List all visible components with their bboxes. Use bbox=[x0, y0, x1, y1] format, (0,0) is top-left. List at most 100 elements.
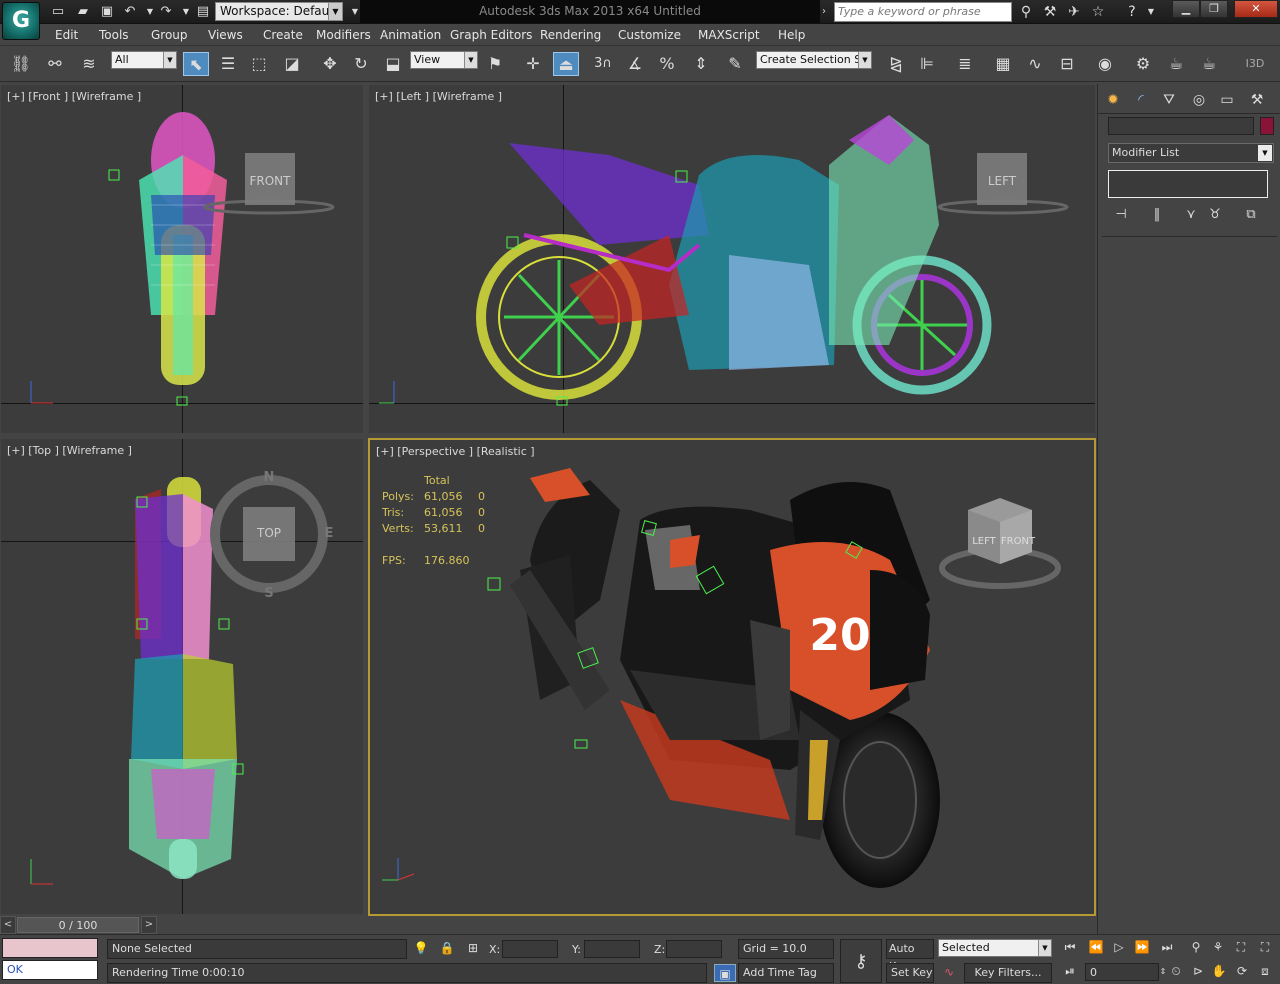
graphite-modeling-tools-icon[interactable]: ▦ bbox=[990, 52, 1016, 76]
angle-snap-toggle-icon[interactable]: ∡ bbox=[622, 52, 648, 76]
remove-modifier-icon[interactable]: ♉ bbox=[1204, 206, 1226, 224]
select-and-rotate-icon[interactable]: ↻ bbox=[348, 52, 374, 76]
project-folder-icon[interactable]: ▤ bbox=[193, 3, 213, 21]
spinner-snap-toggle-icon[interactable]: ⇕ bbox=[688, 52, 714, 76]
menu-group[interactable]: Group bbox=[151, 27, 188, 43]
menu-graph-editors[interactable]: Graph Editors bbox=[450, 27, 532, 43]
time-tag-icon[interactable]: ▣ bbox=[714, 964, 736, 982]
isolate-selection-icon[interactable]: 💡 bbox=[410, 939, 432, 957]
open-file-icon[interactable]: ▰ bbox=[73, 3, 93, 21]
binoculars-search-icon[interactable]: ⚲ bbox=[1016, 3, 1036, 21]
viewcube-top[interactable]: TOP N E S bbox=[210, 470, 333, 601]
go-to-start-icon[interactable]: ⏮ bbox=[1059, 938, 1081, 956]
maxscript-listener-top[interactable] bbox=[2, 938, 98, 958]
schematic-view-icon[interactable]: ⊟ bbox=[1054, 52, 1080, 76]
y-coordinate-field[interactable] bbox=[584, 940, 640, 958]
show-end-result-icon[interactable]: ‖ bbox=[1146, 206, 1168, 224]
display-tab-icon[interactable]: ▭ bbox=[1215, 89, 1239, 111]
play-animation-icon[interactable]: ▷ bbox=[1108, 938, 1130, 956]
keyboard-shortcut-override-icon[interactable]: ⏏ bbox=[553, 52, 579, 76]
edit-named-selection-sets-icon[interactable]: ✎ bbox=[722, 52, 748, 76]
help-dropdown-icon[interactable]: ▼ bbox=[1141, 3, 1161, 21]
zoom-extents-all-icon[interactable]: ⛶ bbox=[1254, 938, 1276, 956]
minimize-button[interactable]: ▁ bbox=[1172, 0, 1200, 18]
render-production-icon[interactable]: ☕ bbox=[1196, 52, 1222, 76]
new-file-icon[interactable]: ▭ bbox=[48, 3, 68, 21]
z-coordinate-field[interactable] bbox=[666, 940, 722, 958]
favorites-star-icon[interactable]: ☆ bbox=[1088, 3, 1108, 21]
motorcycle-front-wireframe[interactable]: FRONT bbox=[1, 85, 363, 433]
viewport-perspective[interactable]: [+] [Perspective ] [Realistic ] 20 LEFT … bbox=[368, 438, 1096, 916]
default-in-out-tangent-icon[interactable]: ∿ bbox=[938, 963, 960, 981]
field-of-view-icon[interactable]: ⊳ bbox=[1187, 962, 1209, 980]
layer-manager-icon[interactable]: ≣ bbox=[952, 52, 978, 76]
named-selection-sets-dropdown[interactable]: Create Selection Se ▼ bbox=[756, 51, 872, 69]
go-to-end-icon[interactable]: ⏭ bbox=[1156, 938, 1178, 956]
modifier-list-dropdown[interactable]: Modifier List ▼ bbox=[1108, 143, 1274, 163]
communication-center-icon[interactable]: ✈ bbox=[1064, 3, 1084, 21]
menu-views[interactable]: Views bbox=[208, 27, 243, 43]
menu-rendering[interactable]: Rendering bbox=[540, 27, 601, 43]
rendered-frame-window-icon[interactable]: ☕ bbox=[1163, 52, 1189, 76]
select-object-icon[interactable]: ⬉ bbox=[183, 52, 209, 76]
modify-tab-icon[interactable]: ◜ bbox=[1129, 89, 1153, 111]
time-slider-frame[interactable]: 0 / 100 bbox=[17, 917, 139, 933]
maximize-button[interactable]: ❐ bbox=[1200, 0, 1228, 18]
use-pivot-center-icon[interactable]: ⚑ bbox=[482, 52, 508, 76]
curve-editor-icon[interactable]: ∿ bbox=[1022, 52, 1048, 76]
workspace-dropdown[interactable]: Workspace: Default ▼ bbox=[215, 2, 343, 21]
menu-help[interactable]: Help bbox=[778, 27, 805, 43]
snaps-toggle-icon[interactable]: 3∩ bbox=[590, 52, 616, 76]
menu-create[interactable]: Create bbox=[263, 27, 303, 43]
viewcube-left[interactable]: LEFT bbox=[937, 153, 1069, 215]
pan-view-icon[interactable]: ✋ bbox=[1208, 962, 1230, 980]
menu-modifiers[interactable]: Modifiers bbox=[316, 27, 371, 43]
make-unique-icon[interactable]: ⋎ bbox=[1180, 206, 1202, 224]
window-crossing-icon[interactable]: ◪ bbox=[279, 52, 305, 76]
set-key-button[interactable]: Set Key bbox=[886, 963, 934, 983]
close-button[interactable]: ✕ bbox=[1234, 0, 1278, 18]
application-logo-icon[interactable]: G bbox=[2, 2, 40, 40]
infocenter-search-input[interactable]: Type a keyword or phrase bbox=[834, 2, 1012, 22]
maxscript-listener-bottom[interactable]: OK bbox=[2, 960, 98, 980]
material-editor-icon[interactable]: ◉ bbox=[1092, 52, 1118, 76]
help-icon[interactable]: ? bbox=[1122, 3, 1142, 21]
redo-icon[interactable]: ↷ bbox=[156, 3, 176, 21]
motorcycle-top-wireframe[interactable]: TOP N E S bbox=[1, 439, 363, 914]
create-tab-icon[interactable]: ✹ bbox=[1101, 89, 1125, 111]
time-slider-prev-button[interactable]: < bbox=[0, 916, 16, 934]
zoom-all-icon[interactable]: ⚘ bbox=[1207, 938, 1229, 956]
auto-key-button[interactable]: Auto Key bbox=[886, 939, 934, 973]
key-filters-button[interactable]: Key Filters... bbox=[964, 963, 1052, 983]
object-color-swatch[interactable] bbox=[1260, 117, 1274, 135]
configure-modifier-sets-icon[interactable]: ⧉ bbox=[1240, 206, 1262, 224]
select-by-name-icon[interactable]: ☰ bbox=[215, 52, 241, 76]
viewport-front[interactable]: [+] [Front ] [Wireframe ] FRONT bbox=[1, 85, 363, 433]
menu-maxscript[interactable]: MAXScript bbox=[698, 27, 760, 43]
key-mode-dropdown[interactable]: Selected ▼ bbox=[938, 939, 1052, 957]
pin-stack-icon[interactable]: ⊣ bbox=[1110, 206, 1132, 224]
search-expand-icon[interactable]: › bbox=[822, 3, 832, 21]
set-keys-key-icon[interactable]: ⚷ bbox=[840, 939, 882, 983]
render-setup-icon[interactable]: ⚙ bbox=[1130, 52, 1156, 76]
current-frame-field[interactable]: 0 bbox=[1085, 963, 1159, 981]
select-and-link-icon[interactable]: ⛓ bbox=[8, 52, 34, 76]
modifier-stack-list[interactable] bbox=[1108, 170, 1268, 198]
save-file-icon[interactable]: ▣ bbox=[97, 3, 117, 21]
mirror-icon[interactable]: ⧎ bbox=[883, 52, 909, 76]
undo-icon[interactable]: ↶ bbox=[120, 3, 140, 21]
align-icon[interactable]: ⊫ bbox=[914, 52, 940, 76]
time-configuration-icon[interactable]: ⏲ bbox=[1165, 962, 1187, 980]
previous-frame-icon[interactable]: ⏪ bbox=[1085, 938, 1107, 956]
percent-snap-toggle-icon[interactable]: % bbox=[654, 52, 680, 76]
utilities-tab-icon[interactable]: ⚒ bbox=[1245, 89, 1269, 111]
viewcube-perspective[interactable]: LEFT FRONT bbox=[939, 498, 1061, 589]
time-slider-next-button[interactable]: > bbox=[141, 916, 157, 934]
menu-animation[interactable]: Animation bbox=[380, 27, 441, 43]
viewport-top[interactable]: [+] [Top ] [Wireframe ] TOP N E S bbox=[1, 439, 363, 914]
zoom-extents-icon[interactable]: ⛶ bbox=[1230, 938, 1252, 956]
selection-filter-dropdown[interactable]: All ▼ bbox=[111, 51, 177, 69]
object-name-field[interactable] bbox=[1108, 117, 1254, 135]
select-and-scale-icon[interactable]: ⬓ bbox=[380, 52, 406, 76]
select-and-manipulate-icon[interactable]: ✛ bbox=[520, 52, 546, 76]
